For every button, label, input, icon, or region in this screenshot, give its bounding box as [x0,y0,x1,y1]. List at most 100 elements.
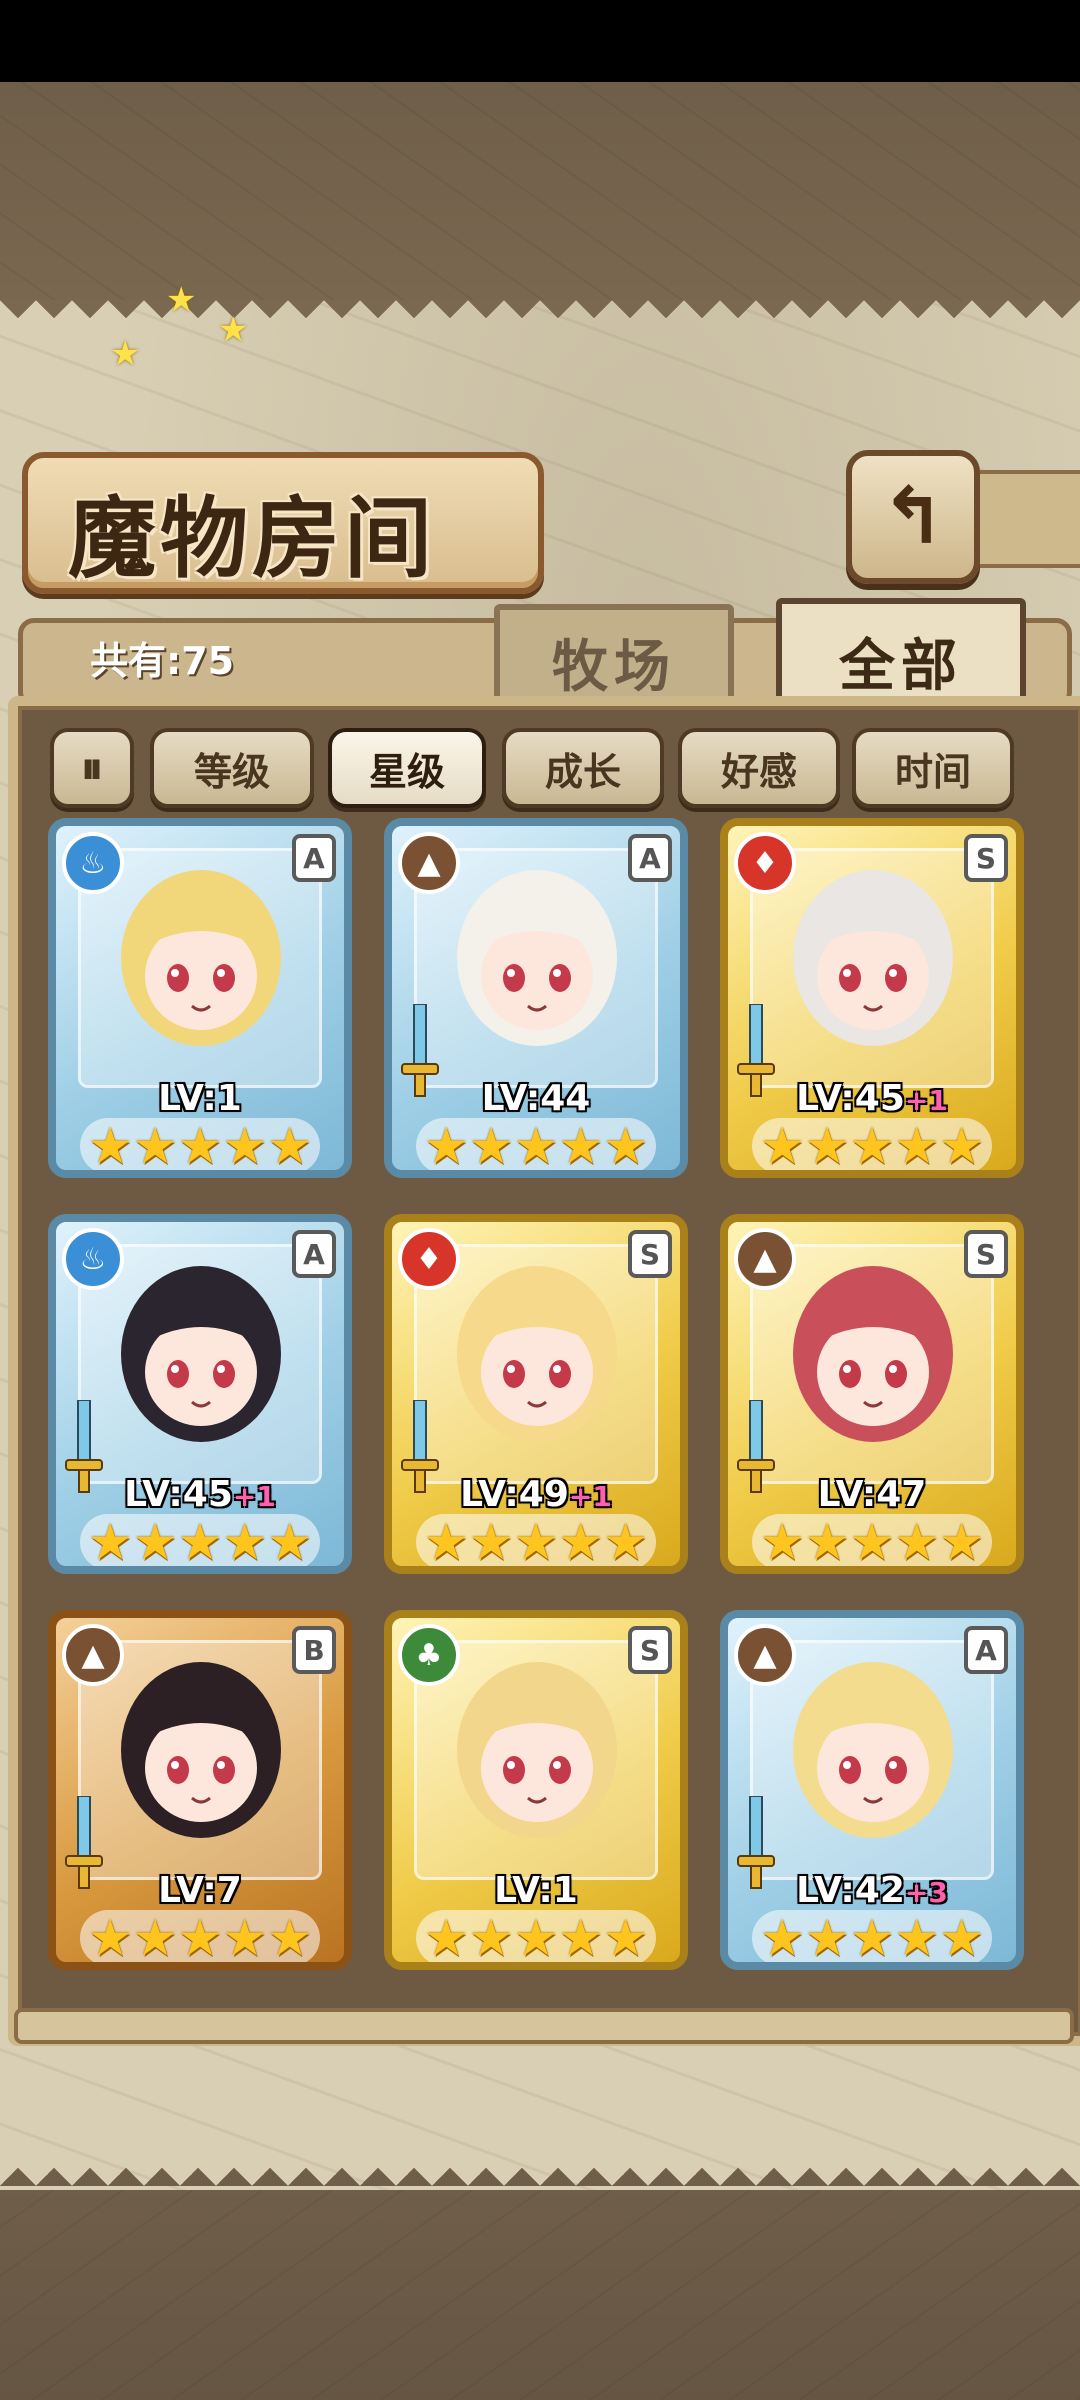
star-icon: ★ [87,1513,133,1571]
star-icon: ★ [87,1909,133,1967]
star-icon: ★ [222,1909,268,1967]
monster-card[interactable]: ♣ S LV:1 ★ ★ ★ ★ ★ [384,1610,688,1970]
monster-card[interactable]: ♦ S LV:49+1 ★ ★ ★ ★ ★ [384,1214,688,1574]
map-background-bottom [0,2190,1080,2400]
monster-portrait [121,1662,281,1838]
sort-growth-button[interactable]: 成长 [502,728,664,808]
star-icon: ★ [804,1909,850,1967]
star-icon: ★ [468,1909,514,1967]
star-icon: ★ [759,1909,805,1967]
level-bonus: +3 [904,1876,948,1909]
star-icon: ★ [849,1513,895,1571]
star-icon: ★ [423,1513,469,1571]
monster-card[interactable]: ♨ A LV:45+1 ★ ★ ★ ★ ★ [48,1214,352,1574]
level-text: LV:44 [481,1078,591,1119]
monster-level: LV:44 [392,1078,680,1119]
star-icon: ★ [603,1117,649,1175]
monster-level: LV:45+1 [728,1078,1016,1119]
water-element-icon: ♨ [62,832,124,894]
title-plate: 魔物房间 [22,452,544,594]
rank-badge: S [628,1626,672,1674]
level-bonus: +1 [568,1480,612,1513]
monster-card[interactable]: ♨ A LV:1 ★ ★ ★ ★ ★ [48,818,352,1178]
star-rating: ★ ★ ★ ★ ★ [416,1117,656,1175]
star-icon: ★ [132,1513,178,1571]
torn-edge-bottom [0,2150,1080,2186]
panel-bottom-rail [14,2008,1074,2044]
level-text: LV:45 [796,1078,905,1119]
star-icon: ★ [177,1117,223,1175]
sort-toggle-icon: ⏸ [81,742,103,794]
rank-badge: A [964,1626,1008,1674]
leaf-element-icon: ♣ [398,1624,460,1686]
monster-portrait [793,870,953,1046]
level-text: LV:1 [158,1078,242,1119]
star-icon: ★ [804,1117,850,1175]
star-icon: ★ [177,1513,223,1571]
status-bar [0,0,1080,82]
star-icon: ★ [468,1513,514,1571]
rank-badge: S [964,834,1008,882]
sort-order-toggle-button[interactable]: ⏸ [50,728,134,808]
water-element-icon: ♨ [62,1228,124,1290]
monster-level: LV:7 [56,1870,344,1911]
rank-badge: A [292,1230,336,1278]
star-icon: ★ [939,1117,985,1175]
rank-badge: S [628,1230,672,1278]
star-icon: ★ [513,1513,559,1571]
monster-level: LV:47 [728,1474,1016,1515]
monster-portrait [457,1662,617,1838]
monster-level: LV:1 [56,1078,344,1119]
monster-card[interactable]: ▲ B LV:7 ★ ★ ★ ★ ★ [48,1610,352,1970]
monster-card[interactable]: ▲ S LV:47 ★ ★ ★ ★ ★ [720,1214,1024,1574]
star-icon: ★ [804,1513,850,1571]
rank-badge: A [628,834,672,882]
star-rating: ★ ★ ★ ★ ★ [80,1117,320,1175]
monster-portrait [121,870,281,1046]
star-rating: ★ ★ ★ ★ ★ [416,1909,656,1967]
sparkle-stars-icon: ★ ★ ★ [110,280,249,374]
star-icon: ★ [423,1117,469,1175]
star-icon: ★ [603,1909,649,1967]
monster-portrait [793,1266,953,1442]
star-icon: ★ [558,1909,604,1967]
star-icon: ★ [222,1513,268,1571]
star-icon: ★ [849,1117,895,1175]
earth-element-icon: ▲ [734,1624,796,1686]
star-icon: ★ [513,1117,559,1175]
map-background-top [0,82,1080,312]
earth-element-icon: ▲ [62,1624,124,1686]
star-rating: ★ ★ ★ ★ ★ [416,1513,656,1571]
rank-badge: B [292,1626,336,1674]
star-icon: ★ [558,1513,604,1571]
star-rating: ★ ★ ★ ★ ★ [752,1909,992,1967]
star-icon: ★ [132,1909,178,1967]
fire-element-icon: ♦ [734,832,796,894]
star-icon: ★ [759,1513,805,1571]
star-icon: ★ [267,1117,313,1175]
monster-card[interactable]: ▲ A LV:42+3 ★ ★ ★ ★ ★ [720,1610,1024,1970]
level-text: LV:42 [796,1870,905,1911]
star-icon: ★ [423,1909,469,1967]
star-rating: ★ ★ ★ ★ ★ [80,1909,320,1967]
star-icon: ★ [894,1909,940,1967]
monster-portrait [457,870,617,1046]
level-text: LV:45 [124,1474,233,1515]
star-rating: ★ ★ ★ ★ ★ [80,1513,320,1571]
sort-time-button[interactable]: 时间 [852,728,1014,808]
monster-card[interactable]: ♦ S LV:45+1 ★ ★ ★ ★ ★ [720,818,1024,1178]
star-icon: ★ [177,1909,223,1967]
earth-element-icon: ▲ [398,832,460,894]
sort-affection-button[interactable]: 好感 [678,728,840,808]
sort-level-button[interactable]: 等级 [150,728,314,808]
star-icon: ★ [849,1909,895,1967]
monster-portrait [457,1266,617,1442]
sort-star-button[interactable]: 星级 [328,728,486,808]
back-button[interactable]: ↰ [846,450,980,584]
star-rating: ★ ★ ★ ★ ★ [752,1513,992,1571]
star-icon: ★ [513,1909,559,1967]
monster-card[interactable]: ▲ A LV:44 ★ ★ ★ ★ ★ [384,818,688,1178]
star-rating: ★ ★ ★ ★ ★ [752,1117,992,1175]
star-icon: ★ [939,1513,985,1571]
star-icon: ★ [132,1117,178,1175]
